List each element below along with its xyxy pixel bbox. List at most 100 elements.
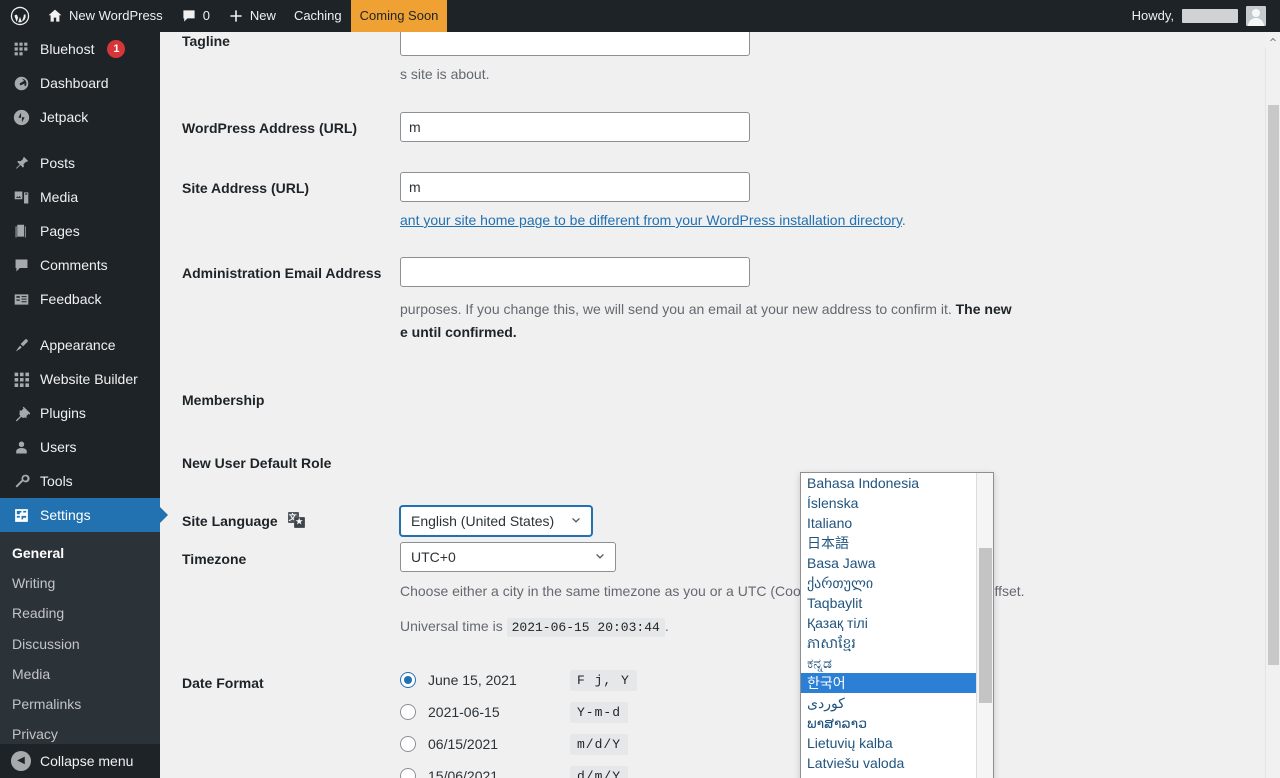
universal-time-prefix: Universal time is (400, 618, 503, 634)
wrench-icon (11, 471, 31, 491)
wp-logo-menu-item[interactable] (0, 0, 38, 32)
wordpress-address-label: WordPress Address (URL) (182, 120, 358, 136)
admin-email-input[interactable] (400, 257, 750, 287)
sidebar-item-feedback[interactable]: Feedback (0, 282, 160, 316)
admin-bar-coming-soon-label: Coming Soon (359, 8, 439, 23)
date-format-radio[interactable] (400, 736, 416, 752)
timezone-select[interactable]: UTC+0 (400, 542, 616, 572)
language-option[interactable]: کوردی (801, 693, 977, 713)
collapse-menu-label: Collapse menu (40, 753, 134, 769)
language-option[interactable]: Basa Jawa (801, 553, 977, 573)
sidebar-item-label: Dashboard (40, 75, 109, 91)
submenu-item-discussion[interactable]: Discussion (0, 629, 160, 659)
sidebar-item-label: Bluehost (40, 41, 95, 57)
sidebar-item-posts[interactable]: Posts (0, 146, 160, 180)
settings-general-form: Tagline s site is about. WordPress Addre… (160, 32, 1280, 778)
admin-bar-site-name-label: New WordPress (69, 8, 163, 23)
language-option[interactable]: ភាសាខ្មែរ (801, 633, 977, 653)
sidebar-item-label: Posts (40, 155, 76, 171)
language-option[interactable]: Lietuvių kalba (801, 733, 977, 753)
language-option[interactable]: 日本語 (801, 533, 977, 553)
chevron-left-circle-icon: ◀ (11, 751, 31, 771)
bluehost-notification-badge: 1 (107, 40, 126, 58)
language-option[interactable]: Íslenska (801, 493, 977, 513)
sidebar-item-label: Settings (40, 507, 91, 523)
site-language-select[interactable]: English (United States) (400, 506, 592, 536)
universal-time-suffix: . (664, 618, 669, 634)
language-option[interactable]: Italiano (801, 513, 977, 533)
admin-sidebar-menu: Bluehost 1 Dashboard Jetpack Posts Media… (0, 32, 168, 778)
grid-blocks-icon (11, 369, 31, 389)
date-format-display: 06/15/2021 (428, 736, 499, 752)
sidebar-item-comments[interactable]: Comments (0, 248, 160, 282)
sidebar-item-dashboard[interactable]: Dashboard (0, 66, 160, 100)
admin-email-description: purposes. If you change this, we will se… (400, 299, 1220, 320)
date-format-radio[interactable] (400, 704, 416, 720)
sidebar-item-website-builder[interactable]: Website Builder (0, 362, 160, 396)
language-option[interactable]: ພາສາລາວ (801, 713, 977, 733)
sidebar-item-label: Plugins (40, 405, 86, 421)
language-option[interactable]: Latviešu valoda (801, 753, 977, 773)
date-format-option[interactable]: 06/15/2021 m/d/Y (400, 728, 637, 760)
site-address-description: ant your site home page to be different … (400, 212, 906, 228)
submenu-item-reading[interactable]: Reading (0, 598, 160, 628)
tagline-input[interactable] (400, 32, 750, 56)
admin-email-desc-bold: The new (955, 301, 1012, 317)
page-scrollbar-thumb[interactable] (1268, 105, 1279, 665)
submenu-item-writing[interactable]: Writing (0, 568, 160, 598)
site-language-label-text: Site Language (182, 513, 278, 529)
admin-email-desc-bold-2: e until confirmed. (400, 324, 517, 340)
admin-bar-coming-soon[interactable]: Coming Soon (350, 0, 448, 32)
wordpress-address-input[interactable] (400, 112, 750, 142)
date-format-option[interactable]: June 15, 2021 F j, Y (400, 664, 637, 696)
page-scrollbar[interactable] (1265, 32, 1280, 778)
admin-bar-site-name[interactable]: New WordPress (38, 0, 172, 32)
admin-bar-new-content[interactable]: New (219, 0, 285, 32)
date-format-code: F j, Y (570, 669, 637, 691)
date-format-radio[interactable] (400, 672, 416, 688)
sidebar-item-jetpack[interactable]: Jetpack (0, 100, 160, 134)
dropdown-scrollbar[interactable] (976, 473, 993, 778)
membership-label: Membership (182, 392, 265, 408)
sidebar-item-plugins[interactable]: Plugins (0, 396, 160, 430)
sidebar-item-label: Media (40, 189, 79, 205)
date-format-option[interactable]: 2021-06-15 Y-m-d (400, 696, 637, 728)
admin-bar-caching[interactable]: Caching (285, 0, 351, 32)
chevron-up-icon[interactable] (1265, 32, 1280, 48)
language-option[interactable]: Taqbaylit (801, 593, 977, 613)
media-icon (11, 187, 31, 207)
submenu-item-permalinks[interactable]: Permalinks (0, 689, 160, 719)
sidebar-item-pages[interactable]: Pages (0, 214, 160, 248)
language-option-selected[interactable]: 한국어 (801, 673, 977, 693)
sidebar-item-bluehost[interactable]: Bluehost 1 (0, 32, 160, 66)
site-address-input[interactable] (400, 172, 750, 202)
date-format-code: d/m/Y (570, 765, 629, 778)
sidebar-item-media[interactable]: Media (0, 180, 160, 214)
howdy-username-redacted (1182, 9, 1238, 23)
submenu-item-general[interactable]: General (0, 538, 160, 568)
date-format-radio[interactable] (400, 768, 416, 778)
submenu-item-media[interactable]: Media (0, 659, 160, 689)
language-option[interactable]: Bahasa Indonesia (801, 473, 977, 493)
language-option[interactable]: Қазақ тілі (801, 613, 977, 633)
jetpack-icon (11, 107, 31, 127)
admin-bar-right: Howdy, (1124, 0, 1280, 32)
timezone-label: Timezone (182, 551, 247, 567)
sidebar-item-appearance[interactable]: Appearance (0, 328, 160, 362)
plug-icon (11, 403, 31, 423)
admin-bar-my-account[interactable]: Howdy, (1124, 0, 1274, 32)
sidebar-item-settings[interactable]: Settings (0, 498, 168, 532)
language-option[interactable]: ქართული (801, 573, 977, 593)
admin-bar-comments-count: 0 (202, 8, 210, 23)
language-option[interactable]: Македонски јазик (801, 773, 977, 778)
sidebar-item-tools[interactable]: Tools (0, 464, 160, 498)
admin-bar-comments[interactable]: 0 (172, 0, 219, 32)
date-format-display: 2021-06-15 (428, 704, 500, 720)
site-language-dropdown-list[interactable]: Bahasa Indonesia Íslenska Italiano 日本語 B… (800, 472, 994, 778)
collapse-menu-button[interactable]: ◀ Collapse menu (0, 744, 160, 778)
sidebar-item-users[interactable]: Users (0, 430, 160, 464)
site-address-help-link[interactable]: ant your site home page to be different … (400, 212, 902, 228)
date-format-option[interactable]: 15/06/2021 d/m/Y (400, 760, 637, 778)
dropdown-scrollbar-thumb[interactable] (979, 548, 992, 703)
language-option[interactable]: ಕನ್ನಡ (801, 653, 977, 673)
